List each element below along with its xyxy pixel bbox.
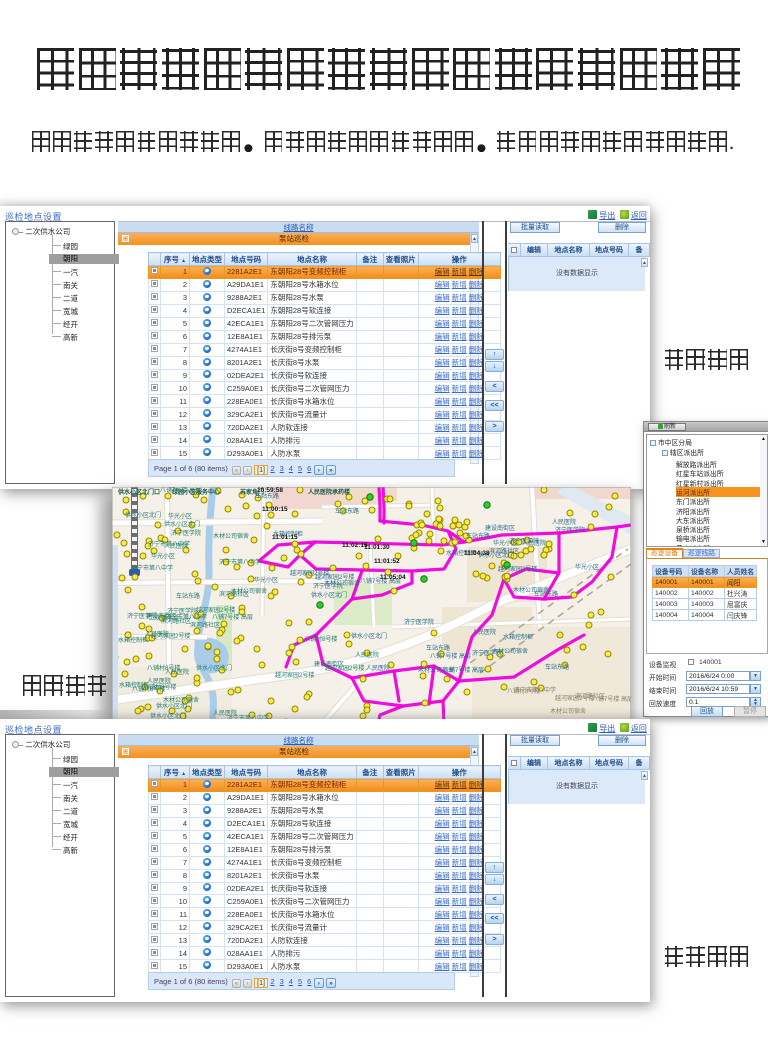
svg-text:建设南街区: 建设南街区 — [146, 612, 176, 620]
svg-text:人民医院: 人民医院 — [164, 542, 188, 550]
svg-text:越河家园2号楼: 越河家园2号楼 — [275, 671, 314, 679]
svg-text:八铺村8号楼: 八铺村8号楼 — [304, 635, 337, 643]
svg-text:供水小区北门: 供水小区北门 — [164, 520, 200, 528]
svg-text:木材公司宿舍: 木材公司宿舍 — [550, 707, 586, 715]
svg-text:供水小区北门: 供水小区北门 — [351, 632, 387, 640]
svg-text:车站东路: 车站东路 — [335, 507, 359, 515]
svg-text:木材公司宿舍: 木材公司宿舍 — [418, 666, 454, 674]
svg-text:人民医院: 人民医院 — [552, 518, 576, 526]
svg-text:11:00:15: 11:00:15 — [262, 506, 288, 513]
svg-text:华光小区: 华光小区 — [168, 512, 192, 520]
svg-text:华光小区: 华光小区 — [254, 576, 278, 584]
svg-text:11:01:15: 11:01:15 — [272, 534, 298, 541]
svg-text:八铺村8号楼: 八铺村8号楼 — [507, 687, 540, 695]
svg-text:11:01:52: 11:01:52 — [374, 558, 400, 565]
svg-text:水箱控制柜: 水箱控制柜 — [118, 636, 148, 644]
svg-text:水箱控制柜: 水箱控制柜 — [503, 633, 533, 641]
svg-text:木材公司宿舍: 木材公司宿舍 — [324, 579, 360, 587]
svg-text:人民医院: 人民医院 — [366, 664, 390, 672]
svg-text:越河家园2号楼: 越河家园2号楼 — [555, 694, 594, 702]
svg-text:供水小区北门: 供水小区北门 — [125, 511, 161, 519]
svg-text:滨河路社区: 滨河路社区 — [489, 547, 519, 555]
svg-text:10:59:58: 10:59:58 — [257, 487, 283, 494]
svg-text:济宁医学院: 济宁医学院 — [555, 526, 585, 534]
svg-text:华光小区: 华光小区 — [575, 563, 599, 571]
svg-text:八铺7号楼 高层: 八铺7号楼 高层 — [592, 695, 631, 703]
svg-text:11:01:30: 11:01:30 — [364, 544, 390, 551]
svg-text:越河家园2号楼: 越河家园2号楼 — [151, 632, 190, 640]
svg-text:车站东路: 车站东路 — [176, 592, 200, 600]
svg-text:济宁市第八中学: 济宁市第八中学 — [219, 558, 261, 566]
svg-text:11:05:04: 11:05:04 — [380, 574, 406, 581]
svg-text:木材公司宿舍: 木材公司宿舍 — [492, 647, 528, 655]
svg-text:供水小区北门: 供水小区北门 — [156, 702, 192, 710]
svg-text:济宁市第八中学: 济宁市第八中学 — [131, 564, 173, 572]
svg-text:木材公司宿舍: 木材公司宿舍 — [163, 696, 199, 704]
svg-text:绿园小区服务中心: 绿园小区服务中心 — [172, 488, 220, 496]
svg-text:木材公司宿舍: 木材公司宿舍 — [213, 532, 249, 540]
svg-text:车站东路: 车站东路 — [545, 663, 569, 671]
svg-text:人民医院: 人民医院 — [522, 539, 546, 547]
svg-text:滨河路社区: 滨河路社区 — [190, 621, 220, 629]
svg-text:木材公司宿舍: 木材公司宿舍 — [513, 586, 549, 594]
svg-text:供水小区北门口: 供水小区北门口 — [117, 488, 160, 496]
svg-text:人民医院: 人民医院 — [355, 651, 379, 659]
svg-text:11:02:15: 11:02:15 — [342, 542, 368, 549]
svg-text:人民医院: 人民医院 — [147, 677, 171, 685]
svg-text:八铺村8号楼: 八铺村8号楼 — [132, 685, 165, 693]
svg-text:车站东路: 车站东路 — [466, 532, 490, 540]
svg-text:车站东路: 车站东路 — [426, 644, 450, 652]
svg-text:济宁医学院: 济宁医学院 — [404, 618, 434, 626]
svg-text:供水小区北门: 供水小区北门 — [311, 591, 347, 599]
svg-text:越河家园2号楼: 越河家园2号楼 — [196, 606, 235, 614]
svg-text:济宁医学院: 济宁医学院 — [171, 529, 201, 537]
svg-text:越河家园2号楼: 越河家园2号楼 — [498, 565, 537, 573]
svg-text:人民医院: 人民医院 — [472, 628, 496, 636]
svg-text:越河家园2号楼: 越河家园2号楼 — [290, 569, 329, 577]
svg-text:八铺7号楼 高层: 八铺7号楼 高层 — [430, 652, 471, 660]
svg-text:越河家园2号楼: 越河家园2号楼 — [325, 664, 364, 672]
svg-text:供水小区北门: 供水小区北门 — [196, 664, 232, 672]
svg-text:八铺7号楼 高层: 八铺7号楼 高层 — [212, 613, 253, 621]
svg-text:华光小区: 华光小区 — [151, 552, 175, 560]
svg-text:建设南街区: 建设南街区 — [485, 524, 515, 532]
svg-text:11:04:38: 11:04:38 — [464, 550, 490, 557]
svg-text:滨河路社区: 滨河路社区 — [219, 590, 249, 598]
svg-text:八铺村8号楼: 八铺村8号楼 — [147, 664, 180, 672]
svg-text:人民医院承药楼: 人民医院承药楼 — [308, 488, 350, 496]
